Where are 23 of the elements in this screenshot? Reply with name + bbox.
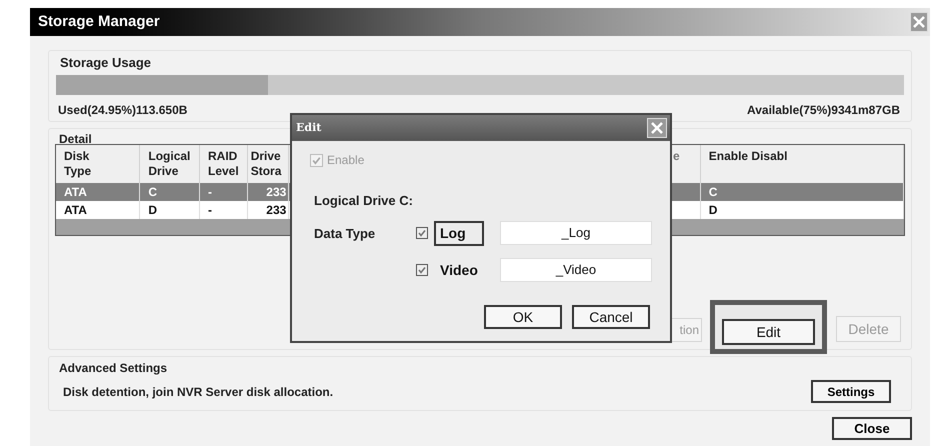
description-text: Disk detention, join NVR Server disk allocation. (63, 384, 334, 400)
used-text: Used(24.95%)113.650B (57, 102, 188, 119)
group-title: Storage Usage (59, 54, 152, 71)
window-title: Storage Manager (38, 12, 160, 32)
table-cell: 233 (266, 185, 286, 199)
checkbox-label: Log (434, 220, 484, 246)
table-cell: ATA (64, 185, 87, 199)
table-cell: D (708, 203, 718, 217)
table-cell: 233 (266, 203, 286, 217)
logical-drive-label: Logical Drive C: (313, 192, 414, 210)
available-text: Available(75%)9341m87GB (746, 102, 901, 119)
group-title: Detail (58, 131, 93, 144)
table-cell: ATA (64, 203, 87, 217)
table-cell: - (208, 203, 212, 217)
table-cell: D (148, 203, 158, 217)
data-type-label: Data Type (313, 224, 376, 243)
checkbox-label: Video (439, 260, 479, 280)
table-cell: C (708, 185, 718, 199)
table-cell: C (148, 185, 158, 199)
group-title: Advanced Settings (59, 360, 168, 377)
table-cell: - (208, 185, 212, 199)
dialog-title: Edit (296, 120, 322, 136)
enable-label: Enable (327, 152, 364, 169)
